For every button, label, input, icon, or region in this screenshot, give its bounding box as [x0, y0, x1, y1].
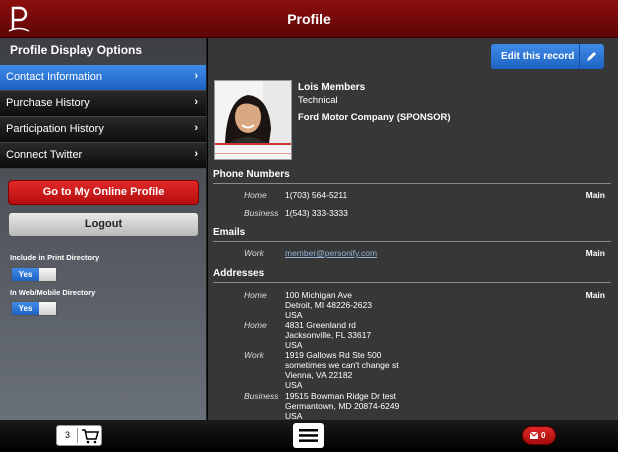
online-profile-button[interactable]: Go to My Online Profile	[8, 180, 199, 205]
email-type: Work	[244, 248, 264, 258]
cart-divider	[77, 428, 78, 443]
profile-photo	[214, 80, 292, 160]
messages-button[interactable]: 0	[522, 426, 556, 445]
main-badge: Main	[585, 190, 605, 200]
sidebar-item-purchase-history[interactable]: Purchase History ›	[0, 91, 206, 117]
web-directory-label: In Web/Mobile Directory	[10, 288, 96, 297]
menu-button[interactable]	[293, 423, 324, 448]
main-badge: Main	[585, 248, 605, 258]
address-line: USA	[285, 340, 303, 350]
sidebar-item-label: Purchase History	[6, 97, 90, 109]
sidebar-item-label: Connect Twitter	[6, 149, 83, 161]
avatar	[215, 81, 291, 159]
address-line: USA	[285, 310, 303, 320]
address-value: 4831 Greenland rd Jacksonville, FL 33617…	[285, 320, 371, 350]
address-value: 1919 Gallows Rd Ste 500 sometimes we can…	[285, 350, 399, 390]
phone-type: Business	[244, 208, 279, 218]
app-header: Profile	[0, 0, 618, 38]
phone-value[interactable]: 1(703) 564-5211	[285, 190, 347, 200]
phone-value[interactable]: 1(543) 333-3333	[285, 208, 348, 218]
logout-button[interactable]: Logout	[8, 212, 199, 237]
toggle-knob	[39, 268, 56, 281]
address-line: Detroit, MI 48226-2623	[285, 300, 372, 310]
address-type: Work	[244, 350, 264, 360]
shopping-cart-icon	[82, 429, 99, 444]
sidebar-title: Profile Display Options	[10, 43, 143, 57]
page-title: Profile	[287, 11, 331, 27]
sidebar: Profile Display Options Contact Informat…	[0, 38, 207, 420]
toggle-knob	[39, 302, 56, 315]
chevron-right-icon: ›	[194, 148, 198, 160]
web-directory-toggle[interactable]: Yes	[11, 301, 57, 316]
profile-job-title: Technical	[298, 95, 338, 106]
address-type: Home	[244, 320, 267, 330]
main-badge: Main	[585, 290, 605, 300]
address-line: Germantown, MD 20874-6249	[285, 401, 400, 411]
chevron-right-icon: ›	[194, 122, 198, 134]
envelope-icon	[530, 432, 538, 439]
message-count: 0	[541, 431, 546, 440]
sidebar-item-label: Contact Information	[6, 71, 102, 83]
cart-button[interactable]: 3	[56, 425, 102, 446]
address-line: 100 Michigan Ave	[285, 290, 352, 300]
email-link[interactable]: member@personify.com	[285, 248, 377, 258]
addresses-heading: Addresses	[213, 268, 611, 283]
profile-name: Lois Members	[298, 82, 366, 93]
hamburger-menu-icon	[299, 429, 318, 442]
phone-type: Home	[244, 190, 267, 200]
address-line: USA	[285, 380, 303, 390]
sidebar-item-participation-history[interactable]: Participation History ›	[0, 117, 206, 143]
sidebar-item-label: Participation History	[6, 123, 104, 135]
emails-heading: Emails	[213, 227, 611, 242]
address-value: 100 Michigan Ave Detroit, MI 48226-2623 …	[285, 290, 372, 320]
chevron-right-icon: ›	[194, 96, 198, 108]
button-divider	[579, 44, 580, 69]
address-type: Business	[244, 391, 279, 401]
toggle-value: Yes	[12, 302, 39, 315]
sidebar-item-contact-information[interactable]: Contact Information ›	[0, 65, 206, 91]
edit-record-button[interactable]: Edit this record	[491, 44, 604, 69]
pencil-icon	[587, 52, 596, 61]
phone-numbers-heading: Phone Numbers	[213, 169, 611, 184]
toggle-value: Yes	[12, 268, 39, 281]
address-line: 19515 Bowman Ridge Dr test	[285, 391, 397, 401]
main-content: Edit this record Lois Members Technical …	[208, 38, 618, 420]
profile-company: Ford Motor Company (SPONSOR)	[298, 112, 451, 123]
sidebar-item-connect-twitter[interactable]: Connect Twitter ›	[0, 143, 206, 169]
address-type: Home	[244, 290, 267, 300]
address-line: Vienna, VA 22182	[285, 370, 353, 380]
address-line: Jacksonville, FL 33617	[285, 330, 372, 340]
address-line: USA	[285, 411, 303, 420]
print-directory-toggle[interactable]: Yes	[11, 267, 57, 282]
address-line: sometimes we can't change st	[285, 360, 399, 370]
address-line: 4831 Greenland rd	[285, 320, 356, 330]
print-directory-label: Include in Print Directory	[10, 253, 100, 262]
edit-record-label: Edit this record	[501, 51, 575, 62]
address-value: 19515 Bowman Ridge Dr test Germantown, M…	[285, 391, 399, 420]
address-line: 1919 Gallows Rd Ste 500	[285, 350, 382, 360]
chevron-right-icon: ›	[194, 70, 198, 82]
cart-count: 3	[65, 430, 71, 440]
footer-toolbar: 3 0	[0, 420, 618, 452]
